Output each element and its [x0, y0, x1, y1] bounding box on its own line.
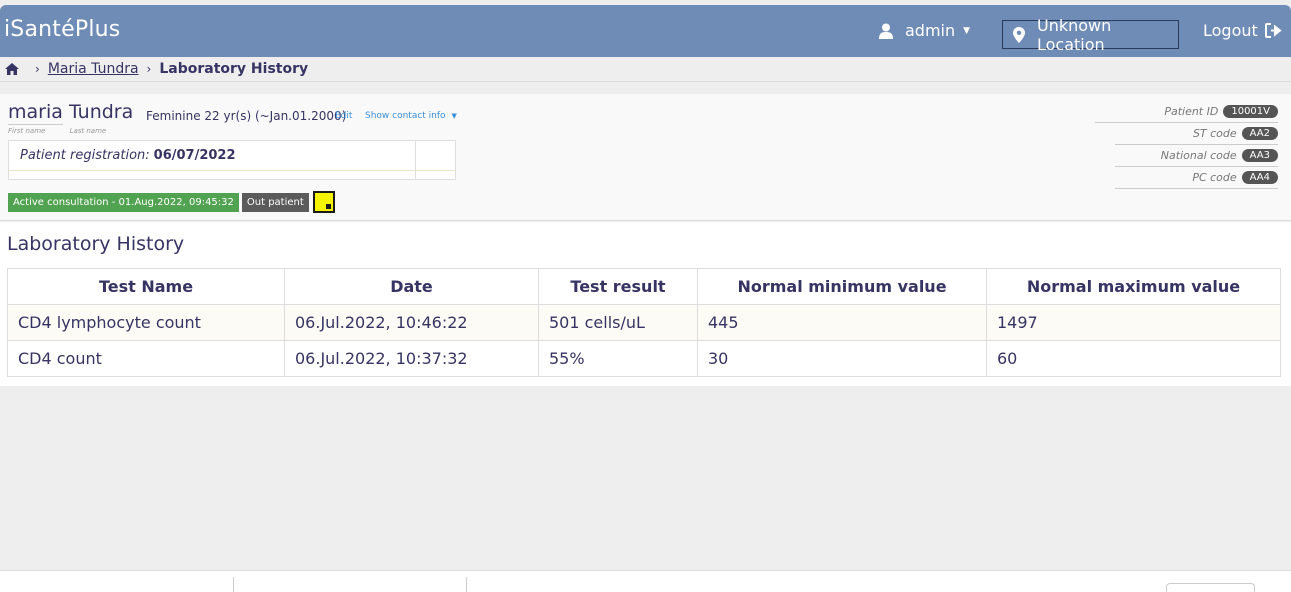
column-header: Test result: [538, 268, 698, 305]
table-cell: 445: [697, 304, 987, 341]
home-icon[interactable]: [5, 63, 19, 75]
user-icon: [879, 23, 893, 39]
table-header-row: Test Name Date Test result Normal minimu…: [7, 268, 1281, 305]
column-header: Normal minimum value: [697, 268, 987, 305]
table-cell: 06.Jul.2022, 10:37:32: [284, 340, 539, 377]
table-row: CD4 count 06.Jul.2022, 10:37:32 55% 30 6…: [7, 340, 1281, 377]
user-name: admin: [905, 21, 956, 40]
patient-identifiers: Patient ID 10001V ST code AA2 National c…: [1095, 101, 1278, 189]
identifier-value: 10001V: [1223, 105, 1278, 118]
caret-down-icon: ▼: [963, 25, 971, 36]
identifier-label: Patient ID: [1164, 105, 1219, 118]
location-label: Unknown Location: [1037, 15, 1112, 54]
patient-name: maria Tundra: [8, 101, 134, 125]
map-marker-icon: [1013, 26, 1025, 43]
table-cell: 55%: [538, 340, 698, 377]
table-cell: 06.Jul.2022, 10:46:22: [284, 304, 539, 341]
last-name-label: Last name: [69, 127, 107, 135]
identifier-label: PC code: [1192, 171, 1237, 184]
column-header: Normal maximum value: [986, 268, 1281, 305]
logout-link[interactable]: Logout: [1203, 21, 1282, 40]
breadcrumb: › Maria Tundra › Laboratory History: [0, 57, 1291, 82]
main-content: Laboratory History Test Name Date Test r…: [0, 222, 1291, 386]
registration-date: 06/07/2022: [153, 148, 236, 163]
identifier-row: Patient ID 10001V: [1095, 101, 1278, 123]
top-navbar: iSantéPlus admin ▼ Unknown Location Logo…: [0, 5, 1291, 57]
breadcrumb-patient-link[interactable]: Maria Tundra: [48, 61, 139, 77]
breadcrumb-current: Laboratory History: [159, 61, 309, 77]
page-title: Laboratory History: [7, 233, 185, 255]
sticky-note-icon[interactable]: [312, 191, 335, 213]
logout-label: Logout: [1203, 21, 1258, 40]
table-cell: CD4 lymphocyte count: [7, 304, 285, 341]
chevron-right-icon: ›: [146, 62, 152, 76]
user-menu[interactable]: admin ▼: [879, 21, 970, 40]
identifier-row: National code AA3: [1115, 145, 1278, 167]
chevron-right-icon: ›: [35, 62, 40, 76]
name-labels: First name Last name: [8, 127, 106, 135]
column-header: Date: [284, 268, 539, 305]
patient-last-name: Tundra: [68, 101, 134, 123]
identifier-value: AA3: [1241, 149, 1278, 162]
registration-box: Patient registration: 06/07/2022: [8, 140, 456, 180]
edit-patient-link[interactable]: Edit: [335, 111, 352, 121]
table-cell: CD4 count: [7, 340, 285, 377]
table-cell: 501 cells/uL: [538, 304, 698, 341]
active-visit-badge[interactable]: Active consultation - 01.Aug.2022, 09:45…: [8, 192, 239, 212]
visit-type-badge: Out patient: [241, 192, 309, 212]
column-header: Test Name: [7, 268, 285, 305]
patient-first-name: maria: [8, 101, 63, 125]
sign-out-icon: [1264, 23, 1282, 38]
footer-divider: [233, 577, 234, 592]
identifier-value: AA4: [1241, 171, 1278, 184]
table-cell: 30: [697, 340, 987, 377]
identifier-row: ST code AA2: [1115, 123, 1278, 145]
registration-label: Patient registration:: [20, 148, 150, 163]
first-name-label: First name: [8, 127, 46, 135]
patient-header: maria Tundra First name Last name Femini…: [0, 94, 1291, 221]
table-cell: 60: [986, 340, 1281, 377]
patient-gender-age: Feminine 22 yr(s) (~Jan.01.2000): [146, 109, 347, 123]
identifier-value: AA2: [1241, 127, 1278, 140]
show-contact-info-label: Show contact info: [365, 111, 446, 121]
footer-divider: [466, 577, 467, 592]
registration-row: Patient registration: 06/07/2022: [9, 141, 455, 171]
identifier-label: ST code: [1192, 127, 1237, 140]
lab-history-table: Test Name Date Test result Normal minimu…: [7, 268, 1281, 377]
footer-button[interactable]: [1166, 583, 1255, 592]
visit-badges: Active consultation - 01.Aug.2022, 09:45…: [8, 191, 335, 213]
caret-down-icon: ▼: [451, 112, 457, 120]
identifier-label: National code: [1160, 149, 1237, 162]
location-button[interactable]: Unknown Location: [1002, 16, 1179, 54]
table-row: CD4 lymphocyte count 06.Jul.2022, 10:46:…: [7, 304, 1281, 341]
show-contact-info-link[interactable]: Show contact info ▼: [365, 111, 457, 121]
app-logo[interactable]: iSantéPlus: [4, 17, 120, 42]
identifier-row: PC code AA4: [1115, 167, 1278, 189]
registration-divider: [415, 141, 416, 180]
table-cell: 1497: [986, 304, 1281, 341]
footer: [0, 570, 1291, 592]
